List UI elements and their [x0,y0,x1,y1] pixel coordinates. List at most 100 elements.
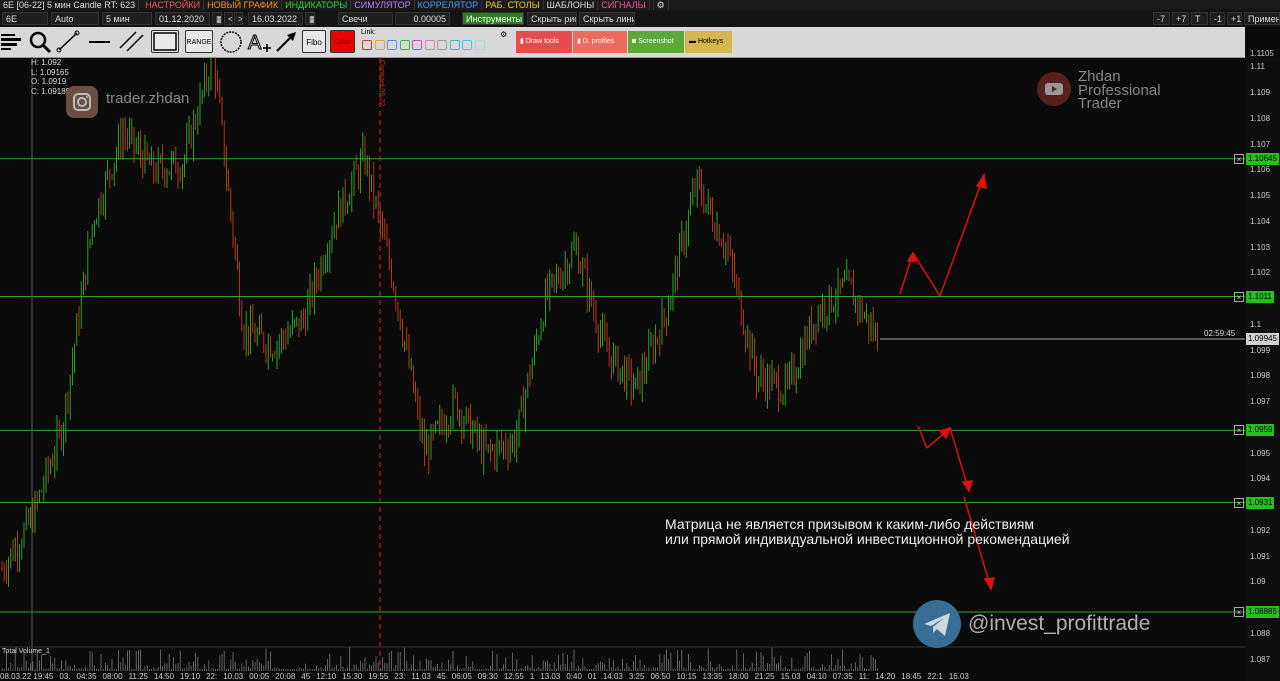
price-axis-tick: 1.109 [1250,88,1271,98]
ohlc-close: C: 1.09185 [31,86,71,96]
link-color-swatch[interactable] [374,40,385,50]
nav-prev-button[interactable]: < [224,12,233,25]
time-axis-tick: 45 [436,672,446,681]
time-axis-tick: 20:08 [275,672,296,681]
link-color-swatch[interactable] [399,40,410,50]
menu-item-6[interactable]: ШАБЛОНЫ [544,0,599,10]
trendline-icon[interactable] [56,30,80,53]
t-button[interactable]: T [1191,12,1208,25]
link-color-swatch[interactable] [462,40,472,50]
menu-item-4[interactable]: КОРРЕЛЯТОР [415,0,483,10]
menu-item-3[interactable]: СИМУЛЯТОР [351,0,415,10]
price-axis-tick: 1.098 [1250,371,1271,381]
close-icon[interactable]: × [1234,153,1244,164]
circle-icon[interactable] [218,30,244,53]
hide-lines-button[interactable]: Скрыть линии [579,12,635,25]
time-axis-tick: 22:1 [927,672,943,681]
chart-controls-bar: 6E Auto 5 мин 01.12.2020 ▦ < > 16.03.202… [0,10,1280,27]
calendar-icon[interactable]: ▦ [212,12,222,25]
calendar-icon[interactable]: ▦ [305,12,315,25]
level-price-label: 1.10645 [1246,152,1279,165]
rectangle-icon[interactable] [151,30,179,53]
level-price-label: 1.0931 [1246,496,1275,509]
forecast-arrow-head [983,577,996,591]
hide-drawings-button[interactable]: Скрыть рис. [527,12,577,25]
link-color-swatch[interactable] [474,40,485,50]
tick-size-field[interactable]: 0.00005 [395,12,450,25]
link-color-swatch[interactable] [424,40,435,50]
channel-icon[interactable] [118,30,145,53]
zoom-icon[interactable] [27,30,52,54]
arrow-tool-icon[interactable] [274,30,298,53]
time-axis-tick: 19:55 [368,672,389,681]
apply-button[interactable]: Применить [1244,12,1280,25]
fibo-tool-button[interactable]: Fibo [302,30,326,53]
nav-next-button[interactable]: > [234,12,243,25]
volume-profile-icon[interactable] [0,30,24,53]
mode-select[interactable]: Auto [51,12,99,25]
d-profiles-button[interactable]: ▮ D. profiles [573,31,627,53]
gear-icon[interactable]: ⚙ [500,30,507,39]
menu-item-7[interactable]: СИГНАЛЫ [598,0,650,10]
price-axis-tick: 1.087 [1250,654,1271,664]
close-icon[interactable]: × [1234,425,1244,436]
time-axis[interactable]: 08.03.22 19:45 03. 04:35 08:00 11:25 14:50 19:… [0,672,1245,681]
menu-item-0[interactable]: НАСТРОЙКИ [142,0,205,10]
plus7-button[interactable]: +7 [1172,12,1189,25]
menu-item-2[interactable]: ИНДИКАТОРЫ [282,0,352,10]
color-picker-button[interactable]: Color [330,30,355,53]
volume-bars [1,647,878,671]
link-color-swatch[interactable] [362,40,372,50]
time-axis-tick: 11: [858,672,870,681]
close-icon[interactable]: × [1234,606,1244,617]
time-axis-tick: 04:35 [76,672,97,681]
keyboard-icon: ▬ [689,38,696,45]
instagram-watermark: trader.zhdan [106,90,190,107]
price-axis-tick: 1.1 [1250,319,1262,329]
link-color-swatch[interactable] [449,40,460,50]
time-axis-tick: 14.03 [602,672,623,681]
link-color-swatch[interactable] [412,40,422,50]
close-icon[interactable]: × [1234,497,1244,508]
plus1-button[interactable]: +1 [1227,12,1242,25]
time-axis-tick: 01 [587,672,597,681]
ohlc-low: L: 1.09165 [31,67,69,77]
time-axis-tick: 08.03.22 19:45 [0,672,54,681]
gear-icon[interactable]: ⚙ [654,0,669,10]
time-axis-tick: 04:10 [806,672,827,681]
timeframe-select[interactable]: 5 мин [102,12,152,25]
minus7-button[interactable]: -7 [1153,12,1170,25]
text-tool-icon[interactable]: A [246,30,272,55]
range-tool-button[interactable]: RANGE [185,30,213,53]
contract-label: Contract 06-22 [378,60,385,107]
youtube-watermark: Zhdan Professional Trader [1078,68,1161,112]
menu-item-1[interactable]: НОВЫЙ ГРАФИК [204,0,283,10]
price-axis-tick: 1.088 [1250,628,1271,638]
chart-type-select[interactable]: Свечи [338,12,393,25]
link-label: Link: [361,29,376,36]
link-color-swatch[interactable] [437,40,447,50]
symbol-select[interactable]: 6E [2,12,48,25]
instruments-button[interactable]: Инструменты [462,12,524,25]
level-price-label: 1.08885 [1246,605,1279,618]
price-axis-tick: 1.106 [1250,165,1271,175]
forecast-arrow-head [961,480,974,493]
price-chart[interactable] [0,57,1245,681]
draw-tools-button[interactable]: ▮ Draw tools [516,31,572,53]
date-from-field[interactable]: 01.12.2020 [155,12,210,25]
screenshot-button[interactable]: ◙ Screenshot [628,31,684,53]
price-axis[interactable] [1245,57,1280,681]
time-axis-tick: 03. [59,672,71,681]
minus1-button[interactable]: -1 [1210,12,1225,25]
hotkeys-button[interactable]: ▬ Hotkeys [685,31,732,53]
horizontal-line-icon[interactable] [87,30,112,53]
time-axis-tick: 14:20 [875,672,896,681]
chart-title: 6E [06-22] 5 мин Candle RT: 623 [0,0,140,10]
price-axis-tick: 1.092 [1250,525,1271,535]
close-icon[interactable]: × [1234,291,1244,302]
time-axis-tick: 15.03 [780,672,801,681]
link-color-swatch[interactable] [387,40,397,50]
date-to-field[interactable]: 16.03.2022 [248,12,303,25]
menu-item-5[interactable]: РАБ. СТОЛЫ [482,0,544,10]
time-axis-tick: 07:35 [832,672,853,681]
